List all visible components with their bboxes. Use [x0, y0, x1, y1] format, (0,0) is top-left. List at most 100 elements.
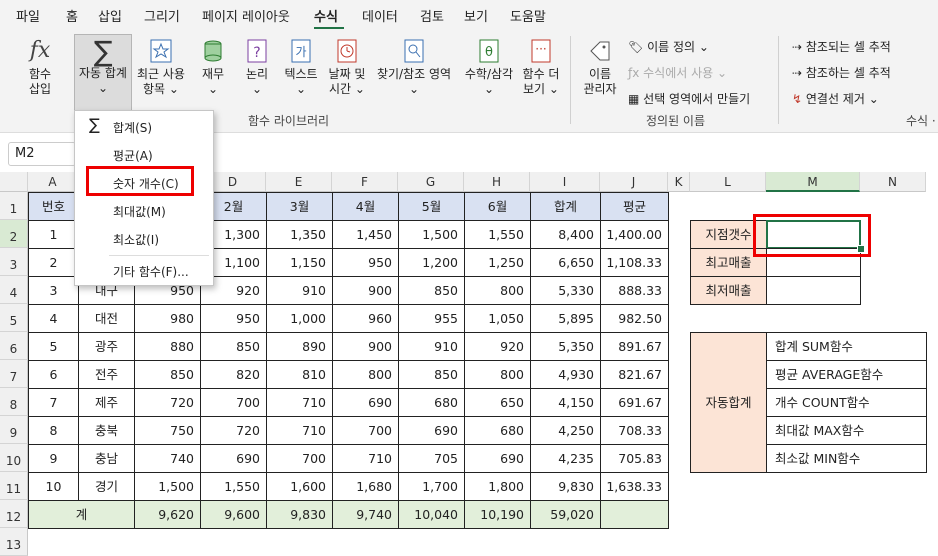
table-cell[interactable]: 950	[332, 248, 399, 277]
table-cell[interactable]: 705	[398, 444, 465, 473]
table-cell[interactable]: 1,050	[464, 304, 531, 333]
table-cell[interactable]: 800	[464, 360, 531, 389]
menu-help[interactable]: 도움말	[510, 6, 546, 25]
table-cell[interactable]: 720	[134, 388, 201, 417]
table-cell[interactable]: 850	[200, 332, 267, 361]
table-header-cell[interactable]: 합계	[530, 192, 601, 221]
table-cell[interactable]: 1,000	[266, 304, 333, 333]
table-cell[interactable]: 710	[332, 444, 399, 473]
table-cell[interactable]: 920	[464, 332, 531, 361]
table-cell[interactable]: 710	[266, 416, 333, 445]
menu-draw[interactable]: 그리기	[144, 6, 180, 25]
menu-review[interactable]: 검토	[420, 6, 444, 25]
table-cell[interactable]: 1,550	[464, 220, 531, 249]
total-cell[interactable]: 59,020	[530, 500, 601, 529]
table-cell[interactable]: 900	[332, 332, 399, 361]
table-cell[interactable]: 제주	[78, 388, 135, 417]
name-manager-button[interactable]: 이름 관리자	[578, 38, 622, 97]
table-cell[interactable]: 1,200	[398, 248, 465, 277]
table-cell[interactable]: 955	[398, 304, 465, 333]
autosum-item-cell[interactable]: 합계 SUM함수	[766, 332, 927, 361]
total-cell[interactable]: 9,830	[266, 500, 333, 529]
table-cell[interactable]: 1,600	[266, 472, 333, 501]
table-cell[interactable]: 750	[134, 416, 201, 445]
menu-file[interactable]: 파일	[16, 6, 40, 25]
table-cell[interactable]: 5,895	[530, 304, 601, 333]
remove-arrows-button[interactable]: ↯ 연결선 제거 ⌄	[792, 90, 879, 107]
table-cell[interactable]: 690	[200, 444, 267, 473]
table-cell[interactable]: 691.67	[600, 388, 669, 417]
total-cell[interactable]: 10,190	[464, 500, 531, 529]
table-cell[interactable]: 820	[200, 360, 267, 389]
table-cell[interactable]: 7	[28, 388, 79, 417]
row-header[interactable]: 7	[0, 360, 28, 388]
table-cell[interactable]: 900	[332, 276, 399, 305]
table-cell[interactable]: 1,500	[134, 472, 201, 501]
table-cell[interactable]: 890	[266, 332, 333, 361]
table-cell[interactable]: 충북	[78, 416, 135, 445]
table-cell[interactable]: 650	[464, 388, 531, 417]
column-header[interactable]: I	[530, 172, 600, 192]
table-cell[interactable]: 850	[398, 276, 465, 305]
row-header[interactable]: 3	[0, 248, 28, 276]
menu-insert[interactable]: 삽입	[98, 6, 122, 25]
table-cell[interactable]: 6,650	[530, 248, 601, 277]
name-box[interactable]: M2	[8, 142, 76, 166]
total-cell[interactable]: 9,620	[134, 500, 201, 529]
table-cell[interactable]: 경기	[78, 472, 135, 501]
table-cell[interactable]: 740	[134, 444, 201, 473]
menu-formulas[interactable]: 수식	[314, 6, 338, 25]
table-cell[interactable]: 705.83	[600, 444, 669, 473]
row-header[interactable]: 8	[0, 388, 28, 416]
table-header-cell[interactable]: 3월	[266, 192, 333, 221]
column-header[interactable]: H	[464, 172, 530, 192]
table-cell[interactable]: 708.33	[600, 416, 669, 445]
finance-button[interactable]: 재무 ⌄	[196, 38, 230, 97]
table-cell[interactable]: 5	[28, 332, 79, 361]
more-functions-button[interactable]: ··· 함수 더 보기 ⌄	[520, 38, 562, 97]
column-header[interactable]: E	[266, 172, 332, 192]
table-cell[interactable]: 680	[464, 416, 531, 445]
table-cell[interactable]: 4,930	[530, 360, 601, 389]
text-button[interactable]: 가 텍스트 ⌄	[282, 38, 320, 97]
use-in-formula-button[interactable]: ƒx 수식에서 사용 ⌄	[628, 64, 727, 81]
define-name-button[interactable]: 🏷 이름 정의 ⌄	[628, 38, 709, 55]
create-from-selection-button[interactable]: ▦ 선택 영역에서 만들기	[628, 90, 750, 107]
column-header[interactable]: M	[766, 172, 860, 192]
table-cell[interactable]: 대전	[78, 304, 135, 333]
table-cell[interactable]: 910	[398, 332, 465, 361]
table-cell[interactable]: 1,150	[266, 248, 333, 277]
dropdown-item-min[interactable]: 최소값(I)	[113, 231, 159, 248]
column-header[interactable]: J	[600, 172, 668, 192]
table-cell[interactable]: 700	[266, 444, 333, 473]
table-cell[interactable]: 1,700	[398, 472, 465, 501]
table-cell[interactable]: 8,400	[530, 220, 601, 249]
table-cell[interactable]: 720	[200, 416, 267, 445]
column-header[interactable]: F	[332, 172, 398, 192]
row-header[interactable]: 13	[0, 528, 28, 556]
table-cell[interactable]: 1,450	[332, 220, 399, 249]
dropdown-item-more-functions[interactable]: 기타 함수(F)...	[113, 263, 189, 280]
row-header[interactable]: 10	[0, 444, 28, 472]
table-cell[interactable]: 6	[28, 360, 79, 389]
row-header[interactable]: 6	[0, 332, 28, 360]
table-cell[interactable]: 1,400.00	[600, 220, 669, 249]
logic-button[interactable]: ? 논리 ⌄	[240, 38, 274, 97]
total-cell[interactable]	[600, 500, 669, 529]
table-cell[interactable]: 810	[266, 360, 333, 389]
total-cell[interactable]: 10,040	[398, 500, 465, 529]
table-cell[interactable]: 2	[28, 248, 79, 277]
table-cell[interactable]: 8	[28, 416, 79, 445]
table-cell[interactable]: 850	[398, 360, 465, 389]
table-cell[interactable]: 680	[398, 388, 465, 417]
table-cell[interactable]: 1,108.33	[600, 248, 669, 277]
table-cell[interactable]: 700	[200, 388, 267, 417]
autosum-item-cell[interactable]: 개수 COUNT함수	[766, 388, 927, 417]
menu-data[interactable]: 데이터	[362, 6, 398, 25]
table-cell[interactable]: 1,350	[266, 220, 333, 249]
column-header[interactable]: G	[398, 172, 464, 192]
column-header[interactable]: K	[668, 172, 690, 192]
table-cell[interactable]: 982.50	[600, 304, 669, 333]
table-cell[interactable]: 960	[332, 304, 399, 333]
lookup-reference-button[interactable]: 찾기/참조 영역 ⌄	[372, 38, 456, 97]
